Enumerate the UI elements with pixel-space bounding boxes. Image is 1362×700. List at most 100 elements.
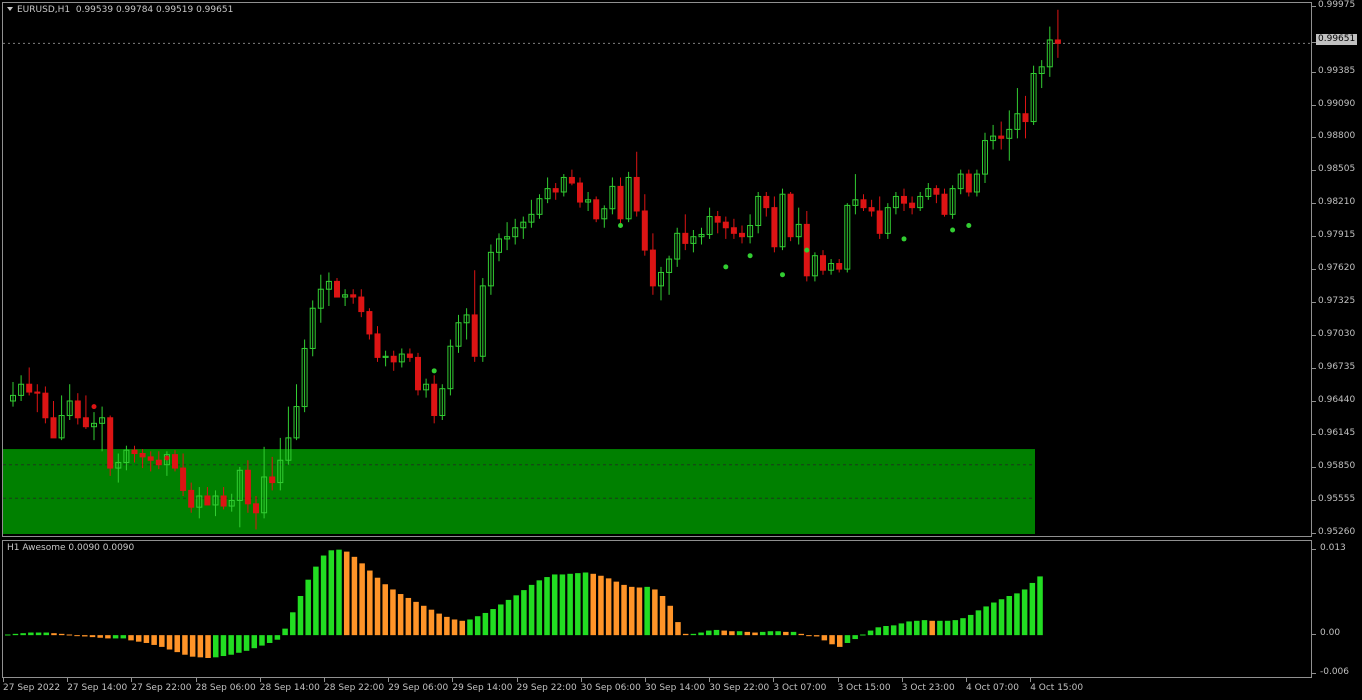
chart-title: EURUSD,H1 0.99539 0.99784 0.99519 0.9965… xyxy=(7,5,233,15)
ao-bar xyxy=(313,566,319,636)
price-tick xyxy=(1312,533,1316,534)
ao-bar xyxy=(706,630,712,636)
ao-bar xyxy=(482,612,489,636)
fractal-dot xyxy=(91,404,97,410)
candle-body xyxy=(868,207,875,212)
price-axis[interactable]: 0.99975 0.99651 0.99385 0.99090 0.98800 0.985… xyxy=(1312,0,1362,537)
candle-body xyxy=(204,495,211,506)
ao-bar xyxy=(775,631,781,636)
ao-bar xyxy=(205,635,211,658)
ao-bar xyxy=(382,584,388,636)
candle-body xyxy=(649,249,656,287)
ao-bar xyxy=(528,584,535,636)
candle-body xyxy=(269,476,276,484)
price-label: 0.95260 xyxy=(1318,527,1356,537)
ao-bar xyxy=(51,633,57,636)
candle-body xyxy=(415,356,421,391)
price-label: 0.97325 xyxy=(1318,296,1356,307)
price-tick xyxy=(1312,104,1316,106)
ao-bar xyxy=(1021,589,1028,636)
time-label: 30 Sep 22:00 xyxy=(709,683,770,693)
ao-bar xyxy=(413,601,419,636)
price-chart-pane[interactable]: EURUSD,H1 0.99539 0.99784 0.99519 0.9965… xyxy=(2,2,1312,537)
candle-body xyxy=(876,210,883,234)
ao-bar xyxy=(960,618,966,636)
ao-bar xyxy=(744,631,751,636)
ao-bar xyxy=(798,633,804,636)
ao-bar xyxy=(436,613,442,636)
time-tick xyxy=(452,678,454,682)
ao-bar xyxy=(605,578,612,636)
candle-body xyxy=(374,333,381,358)
ao-bar xyxy=(320,555,327,636)
ao-bar xyxy=(290,612,296,636)
candle-body xyxy=(641,210,648,251)
ao-bar xyxy=(367,570,373,636)
osc-tick xyxy=(1312,549,1316,551)
ao-bar xyxy=(967,614,974,636)
osc-label: -0.006 xyxy=(1320,667,1350,678)
price-tick xyxy=(1312,434,1316,436)
candle-body xyxy=(763,195,770,209)
ao-bar xyxy=(151,635,157,645)
ao-bar xyxy=(405,597,412,636)
ao-bar xyxy=(459,620,466,636)
awesome-oscillator-chart[interactable] xyxy=(3,541,1312,678)
osc-label: 0.00 xyxy=(1320,628,1341,639)
time-label: 4 Oct 15:00 xyxy=(1030,683,1084,693)
candle-body xyxy=(787,193,794,238)
candle-body xyxy=(682,232,689,244)
ao-bar xyxy=(89,635,96,638)
time-axis[interactable]: 27 Sep 2022 27 Sep 14:00 27 Sep 22:00 28 Se… xyxy=(0,678,1312,700)
fractal-dot xyxy=(950,227,956,233)
ao-bar xyxy=(551,574,558,636)
ao-bar xyxy=(598,575,604,636)
candle-body xyxy=(82,417,89,428)
candle-body xyxy=(820,255,826,271)
ao-bar xyxy=(875,627,882,636)
ao-bar xyxy=(983,606,989,636)
fractal-dot xyxy=(723,264,729,270)
ao-bar xyxy=(451,619,458,636)
time-label: 27 Sep 14:00 xyxy=(67,683,128,693)
ao-bar xyxy=(243,635,250,651)
ao-bar xyxy=(266,635,273,643)
ao-bar xyxy=(559,574,566,636)
candle-body xyxy=(577,182,583,203)
ao-bar xyxy=(274,635,281,640)
last-price-marker: 0.99651 xyxy=(1316,34,1358,46)
ao-bar xyxy=(721,630,727,636)
oscillator-pane[interactable]: H1 Awesome 0.0090 0.0090 xyxy=(2,540,1312,678)
time-tick xyxy=(195,678,197,682)
ao-bar xyxy=(652,589,658,636)
ao-bar xyxy=(359,563,365,636)
candle-body xyxy=(42,392,49,419)
ao-bar xyxy=(929,620,935,636)
ao-bar xyxy=(567,573,573,636)
candlestick-chart[interactable] xyxy=(3,3,1312,537)
candle-body xyxy=(253,503,259,514)
ao-bar xyxy=(883,626,889,636)
ao-bar xyxy=(251,635,258,649)
ao-bar xyxy=(829,635,835,645)
osc-tick xyxy=(1312,634,1316,636)
ao-bar xyxy=(220,635,227,657)
price-tick xyxy=(1312,137,1316,139)
candle-body xyxy=(941,193,948,215)
ao-bar xyxy=(867,630,874,636)
ao-bar xyxy=(906,621,912,636)
ao-bar xyxy=(667,605,674,636)
candle-body xyxy=(172,454,178,469)
candle-body xyxy=(933,188,940,195)
ao-bar xyxy=(813,635,820,637)
ao-bar xyxy=(159,635,165,647)
ao-bar xyxy=(644,586,650,636)
candle-body xyxy=(180,467,187,491)
fractal-dot xyxy=(747,253,753,259)
ao-bar xyxy=(421,605,427,636)
ao-bar xyxy=(197,635,204,658)
ao-bar xyxy=(914,620,920,636)
candle-body xyxy=(617,185,624,220)
dropdown-triangle-icon[interactable] xyxy=(7,7,13,11)
candle-body xyxy=(730,227,737,234)
